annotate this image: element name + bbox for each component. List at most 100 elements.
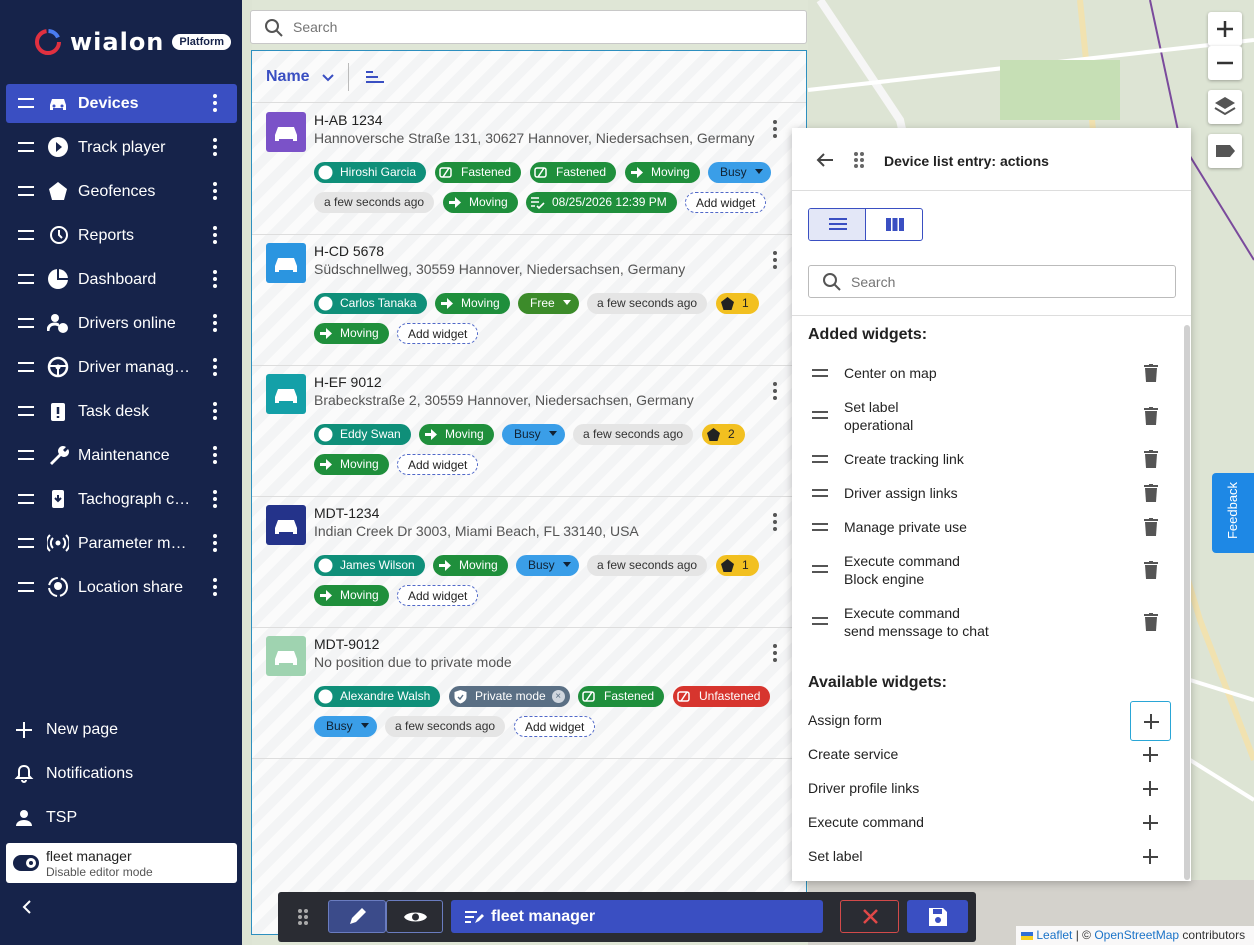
status-chip[interactable]: Add widget	[397, 323, 479, 344]
edit-mode-button[interactable]	[328, 900, 386, 933]
device-card[interactable]: MDT-9012 No position due to private mode A…	[252, 628, 806, 759]
drag-handle-icon[interactable]	[18, 318, 34, 328]
device-card[interactable]: MDT-1234 Indian Creek Dr 3003, Miami Beac…	[252, 497, 806, 628]
more-vert-icon[interactable]	[213, 402, 217, 420]
drag-handle-icon[interactable]	[18, 230, 34, 240]
zoom-out-button[interactable]	[1208, 46, 1242, 80]
sidebar-item-dashboard[interactable]: Dashboard	[6, 260, 237, 299]
device-card[interactable]: H-CD 5678 Südschnellweg, 30559 Hannover, …	[252, 235, 806, 366]
tsp-button[interactable]: TSP	[14, 808, 77, 828]
sidebar-item-maintenance[interactable]: Maintenance	[6, 436, 237, 475]
drag-handle-icon[interactable]	[812, 523, 828, 531]
more-vert-icon[interactable]	[773, 513, 777, 531]
new-page-button[interactable]: New page	[14, 720, 118, 740]
sidebar-item-tachograph-c[interactable]: Tachograph c…	[6, 480, 237, 519]
sidebar-item-driver-manag[interactable]: Driver manag…	[6, 348, 237, 387]
widget-search-input[interactable]	[851, 274, 1151, 290]
added-widget-row[interactable]: Manage private use	[808, 518, 1158, 536]
status-chip[interactable]: Busy	[502, 424, 565, 445]
more-vert-icon[interactable]	[213, 138, 217, 156]
device-card[interactable]: H-EF 9012 Brabeckstraße 2, 30559 Hannover…	[252, 366, 806, 497]
status-chip[interactable]: Busy	[516, 555, 579, 576]
drag-handle-icon[interactable]	[812, 489, 828, 497]
more-vert-icon[interactable]	[213, 94, 217, 112]
more-vert-icon[interactable]	[773, 644, 777, 662]
more-vert-icon[interactable]	[213, 270, 217, 288]
labels-button[interactable]	[1208, 134, 1242, 168]
zoom-in-button[interactable]	[1208, 12, 1242, 46]
list-view-button[interactable]	[809, 209, 866, 240]
device-card[interactable]: H-AB 1234 Hannoversche Straße 131, 30627 …	[252, 104, 806, 235]
added-widget-row[interactable]: Driver assign links	[808, 484, 1158, 502]
trash-icon[interactable]	[1144, 484, 1158, 502]
drag-handle-icon[interactable]	[18, 582, 34, 592]
drag-handle-icon[interactable]	[812, 369, 828, 377]
drag-handle-icon[interactable]	[812, 617, 828, 625]
drag-handle-icon[interactable]	[18, 450, 34, 460]
back-arrow-icon[interactable]	[816, 152, 834, 168]
drag-handle-icon[interactable]	[812, 411, 828, 419]
chevron-down-icon[interactable]	[322, 74, 334, 82]
drag-handle-icon[interactable]	[18, 406, 34, 416]
save-button[interactable]	[907, 900, 968, 933]
added-widget-row[interactable]: Create tracking link	[808, 450, 1158, 468]
sort-by-name-button[interactable]: Name	[266, 68, 310, 86]
panel-scrollbar[interactable]	[1184, 325, 1190, 880]
trash-icon[interactable]	[1144, 364, 1158, 382]
sidebar-item-drivers-online[interactable]: Drivers online	[6, 304, 237, 343]
device-search[interactable]	[250, 10, 807, 44]
status-chip[interactable]: Add widget	[397, 454, 479, 475]
more-vert-icon[interactable]	[213, 182, 217, 200]
sidebar-item-location-share[interactable]: Location share	[6, 568, 237, 607]
trash-icon[interactable]	[1144, 561, 1158, 579]
more-vert-icon[interactable]	[213, 534, 217, 552]
more-vert-icon[interactable]	[213, 578, 217, 596]
status-chip[interactable]: Add widget	[397, 585, 479, 606]
more-vert-icon[interactable]	[213, 314, 217, 332]
drag-handle-icon[interactable]	[18, 186, 34, 196]
added-widget-row[interactable]: Center on map	[808, 364, 1158, 382]
sidebar-item-task-desk[interactable]: Task desk	[6, 392, 237, 431]
preview-button[interactable]	[386, 900, 443, 933]
added-widget-row[interactable]: Set label operational	[808, 398, 1158, 434]
collapse-sidebar-button[interactable]	[20, 899, 34, 920]
more-vert-icon[interactable]	[773, 251, 777, 269]
feedback-tab[interactable]: Feedback	[1212, 473, 1254, 553]
leaflet-link[interactable]: Leaflet	[1036, 928, 1072, 942]
status-chip[interactable]: Add widget	[685, 192, 767, 213]
trash-icon[interactable]	[1144, 613, 1158, 631]
added-widget-row[interactable]: Execute command send menssage to chat	[808, 604, 1158, 640]
drag-handle-icon[interactable]	[812, 455, 828, 463]
status-chip[interactable]: Busy	[314, 716, 377, 737]
more-vert-icon[interactable]	[213, 490, 217, 508]
column-view-button[interactable]	[866, 209, 922, 240]
drag-handle-icon[interactable]	[18, 142, 34, 152]
page-name-field[interactable]: fleet manager	[451, 900, 823, 933]
more-vert-icon[interactable]	[773, 382, 777, 400]
drag-handle-icon[interactable]	[18, 98, 34, 108]
status-chip[interactable]: Free	[518, 293, 579, 314]
drag-handle-icon[interactable]	[18, 494, 34, 504]
sidebar-item-track-player[interactable]: Track player	[6, 128, 237, 167]
more-vert-icon[interactable]	[213, 446, 217, 464]
osm-link[interactable]: OpenStreetMap	[1094, 928, 1179, 942]
notifications-button[interactable]: Notifications	[14, 764, 133, 784]
sort-order-icon[interactable]	[365, 69, 385, 85]
sidebar-item-devices[interactable]: Devices	[6, 84, 237, 123]
search-input[interactable]	[293, 19, 773, 35]
added-widget-row[interactable]: Execute command Block engine	[808, 552, 1158, 588]
trash-icon[interactable]	[1144, 450, 1158, 468]
more-vert-icon[interactable]	[213, 358, 217, 376]
sidebar-item-reports[interactable]: Reports	[6, 216, 237, 255]
widget-search[interactable]	[808, 265, 1176, 298]
more-vert-icon[interactable]	[213, 226, 217, 244]
drag-handle-icon[interactable]	[853, 151, 865, 169]
drag-handle-icon[interactable]	[297, 908, 309, 926]
trash-icon[interactable]	[1144, 407, 1158, 425]
layers-button[interactable]	[1208, 90, 1242, 124]
close-icon[interactable]: ×	[551, 690, 565, 703]
drag-handle-icon[interactable]	[18, 538, 34, 548]
cancel-button[interactable]	[840, 900, 899, 933]
status-chip[interactable]: Add widget	[514, 716, 596, 737]
sidebar-item-geofences[interactable]: Geofences	[6, 172, 237, 211]
